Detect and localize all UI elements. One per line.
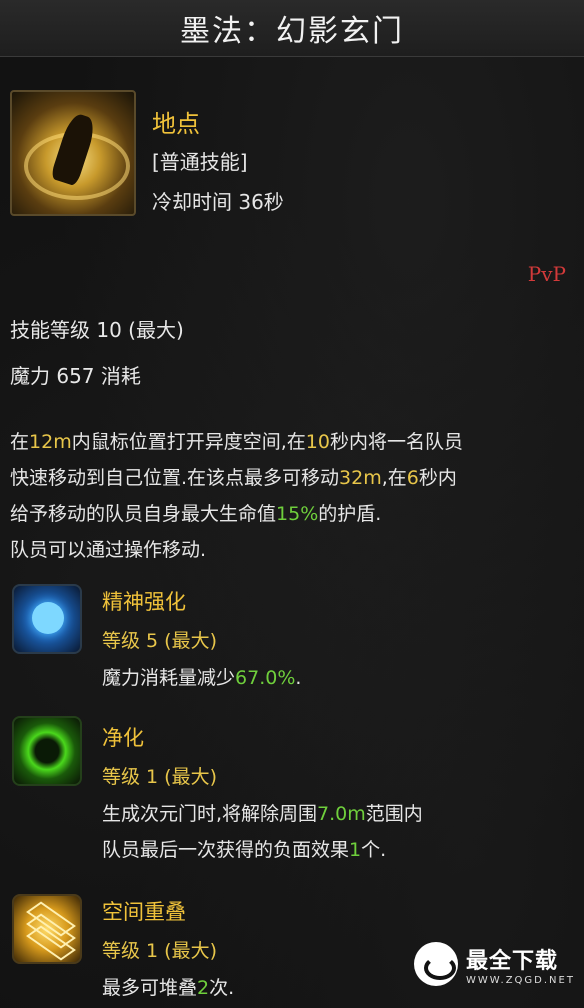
tripod-description: 生成次元门时,将解除周围7.0m范围内 队员最后一次获得的负面效果1个. [102, 796, 423, 868]
tripod-level: 等级 5 (最大) [102, 630, 217, 652]
skill-level: 技能等级 10 (最大) [10, 318, 184, 342]
site-watermark: 最全下载 WWW.ZQGD.NET [414, 942, 582, 986]
flask-shape [32, 602, 64, 634]
tripod-level: 等级 1 (最大) [102, 940, 217, 962]
watermark-main: 最全下载 [466, 948, 559, 974]
tripod-name: 净化 [102, 726, 144, 750]
tripod-desc-line: 最多可堆叠2次. [102, 977, 235, 999]
tripod-level: 等级 1 (最大) [102, 766, 217, 788]
title-bar: 墨法：幻影玄门 [0, 0, 584, 57]
cooldown-text: 冷却时间 36秒 [152, 190, 284, 214]
tripod-desc-line: 魔力消耗量减少67.0%. [102, 667, 302, 689]
description-line: 在12m内鼠标位置打开异度空间,在10秒内将一名队员 [10, 431, 463, 453]
description-line: 给予移动的队员自身最大生命值15%的护盾. [10, 503, 382, 525]
green-ring-icon [12, 716, 82, 786]
skill-name: 地点 [152, 110, 200, 138]
tripod-name: 空间重叠 [102, 900, 186, 924]
stacked-layers-icon [12, 894, 82, 964]
description-line: 快速移动到自己位置.在该点最多可移动32m,在6秒内 [10, 467, 457, 489]
tripod-description: 魔力消耗量减少67.0%. [102, 660, 301, 696]
tripod-description: 最多可堆叠2次. [102, 970, 234, 1006]
site-logo-icon [414, 942, 458, 986]
watermark-text: 最全下载 WWW.ZQGD.NET [466, 943, 575, 986]
watermark-sub: WWW.ZQGD.NET [466, 974, 575, 986]
tripod-name: 精神强化 [102, 590, 186, 614]
skill-title: 墨法：幻影玄门 [180, 14, 404, 49]
pvp-tag: PvP [527, 262, 566, 286]
skill-description: 在12m内鼠标位置打开异度空间,在10秒内将一名队员 快速移动到自己位置.在该点… [10, 424, 578, 568]
portal-caster-icon [10, 90, 136, 216]
skill-type: [普通技能] [152, 150, 248, 174]
blue-flask-icon [12, 584, 82, 654]
description-line: 队员可以通过操作移动. [10, 539, 207, 561]
tripod-desc-line: 队员最后一次获得的负面效果1个. [102, 839, 387, 861]
tripod-desc-line: 生成次元门时,将解除周围7.0m范围内 [102, 803, 423, 825]
mana-cost: 魔力 657 消耗 [10, 364, 141, 388]
